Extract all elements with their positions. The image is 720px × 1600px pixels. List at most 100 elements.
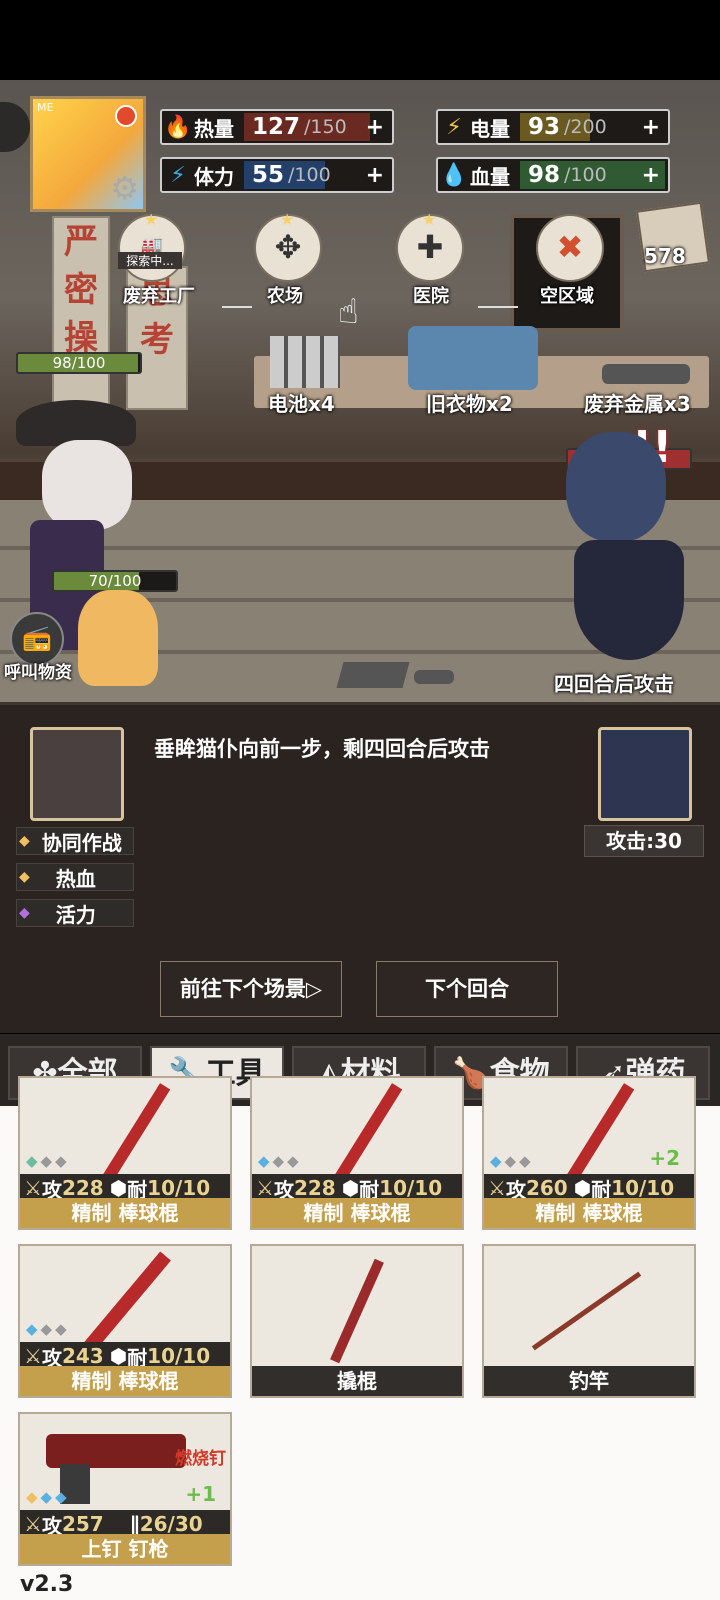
location-empty[interactable]: ✖ 空区域	[512, 214, 622, 308]
player-character	[42, 440, 132, 530]
location-farm[interactable]: ✥ ★ 农场	[230, 210, 340, 308]
crowbar-icon	[252, 1246, 462, 1366]
enemy-body	[574, 540, 684, 660]
clothes-loot-icon[interactable]	[408, 326, 538, 390]
metal-loot-icon[interactable]	[602, 364, 690, 384]
swords-icon: ⚔	[24, 1512, 42, 1536]
loot-label: 旧衣物x2	[426, 392, 513, 416]
enemy-character[interactable]	[566, 432, 666, 542]
heat-label: 热量	[194, 116, 234, 141]
location-label: 医院	[413, 286, 449, 307]
shield-icon: ⬢	[573, 1176, 592, 1200]
avatar-tag: ME	[37, 101, 54, 114]
shield-icon: ⬢	[109, 1176, 128, 1200]
nails-icon: ∥	[129, 1512, 140, 1536]
blood-plus-button[interactable]: +	[642, 163, 660, 188]
buff-cooperate[interactable]: ◆ 协同作战	[16, 827, 134, 855]
notification-dot	[115, 105, 137, 127]
swords-icon: ⚔	[256, 1176, 274, 1200]
blood-drop-icon: 💧	[440, 162, 468, 188]
exploring-badge: 探索中...	[118, 252, 182, 269]
location-hospital[interactable]: ✚ ★ 医院	[376, 210, 486, 308]
path-arrow	[222, 306, 252, 308]
item-card[interactable]: 钓竿	[482, 1244, 696, 1398]
enemy-portrait	[598, 727, 692, 821]
stamina-label: 体力	[194, 164, 234, 189]
atk-value: 228	[293, 1176, 336, 1200]
item-name: 精制 棒球棍	[252, 1198, 462, 1228]
swords-icon: ⚔	[24, 1344, 42, 1368]
player-hp-text: 98/100	[52, 354, 106, 372]
ammo-tag: 燃烧钉	[175, 1449, 226, 1469]
swords-icon: ⚔	[488, 1176, 506, 1200]
star-icon: ★	[280, 210, 295, 229]
shield-icon: ⬢	[341, 1176, 360, 1200]
fishing-rod-icon	[484, 1246, 694, 1366]
dur-value: 26/30	[139, 1512, 203, 1536]
swords-icon: ⚔	[24, 1176, 42, 1200]
enemy-warning: 四回合后攻击	[554, 672, 674, 696]
gear-icon[interactable]: ⚙	[110, 169, 139, 207]
atk-value: 257	[61, 1512, 104, 1536]
star-icon: ★	[422, 210, 437, 229]
power-label: 电量	[470, 116, 510, 141]
heat-value: 127	[252, 114, 301, 140]
call-supply-label: 呼叫物资	[4, 663, 72, 683]
gem-icons: ◆◆◆	[26, 1152, 70, 1170]
wall-poster: 严 密 操	[52, 216, 110, 420]
atk-value: 260	[525, 1176, 568, 1200]
atk-value: 228	[61, 1176, 104, 1200]
gem-icons: ◆◆◆	[490, 1152, 534, 1170]
item-card[interactable]: ◆◆◆ ⚔ 攻 243 ⬢ 耐 10/10 精制 棒球棍	[18, 1244, 232, 1398]
stamina-plus-button[interactable]: +	[366, 163, 384, 188]
item-card[interactable]: ◆◆◆ ⚔ 攻 228 ⬢ 耐 10/10 精制 棒球棍	[250, 1076, 464, 1230]
power-max: /200	[564, 116, 607, 138]
item-name: 撬棍	[252, 1366, 462, 1396]
item-card[interactable]: 撬棍	[250, 1244, 464, 1398]
item-card[interactable]: ◆◆◆ ⚔ 攻 228 ⬢ 耐 10/10 精制 棒球棍	[18, 1076, 232, 1230]
buff-label: 热血	[55, 866, 96, 891]
blood-stat: 💧 血量 98 /100 +	[436, 157, 670, 193]
rubble	[336, 662, 410, 688]
loot-label: 电池x4	[268, 392, 335, 416]
item-card[interactable]: ◆◆◆ +2 ⚔ 攻 260 ⬢ 耐 10/10 精制 棒球棍	[482, 1076, 696, 1230]
power-plus-button[interactable]: +	[642, 115, 660, 140]
pet-hp-text: 70/100	[88, 572, 142, 590]
item-card[interactable]: 燃烧钉 ◆◆◆ +1 ⚔ 攻 257 ∥ 26/30 上钉 钉枪	[18, 1412, 232, 1566]
battery-loot-icon[interactable]	[270, 336, 340, 388]
buff-label: 协同作战	[41, 830, 122, 855]
side-menu-handle[interactable]	[0, 102, 30, 152]
buff-vitality[interactable]: ◆ 活力	[16, 899, 134, 927]
buff-label: 活力	[55, 902, 96, 927]
version-label: v2.3	[20, 1572, 74, 1597]
power-value: 93	[528, 114, 561, 140]
stamina-stat: ⚡ 体力 55 /100 +	[160, 157, 394, 193]
blood-max: /100	[564, 164, 607, 186]
inventory-grid: ◆◆◆ ⚔ 攻 228 ⬢ 耐 10/10 精制 棒球棍 ◆◆◆ ⚔ 攻 228 ⬢ 耐 10/10…	[0, 1076, 720, 1600]
diamond-icon: ◆	[19, 869, 30, 885]
next-scene-button[interactable]: 前往下个场景▷	[160, 961, 342, 1017]
buff-hotblood[interactable]: ◆ 热血	[16, 863, 134, 891]
shield-icon: ⬢	[109, 1344, 128, 1368]
player-portrait	[30, 727, 124, 821]
item-name: 精制 棒球棍	[20, 1366, 230, 1396]
path-arrow	[478, 306, 518, 308]
heat-plus-button[interactable]: +	[366, 115, 384, 140]
battle-scene: 严 密 操 思 考 ME ⚙ 🔥 热量 127 /150 + ⚡ 电量 93 /…	[0, 80, 720, 702]
location-factory[interactable]: 🏭 探索中... ★ 废弃工厂	[104, 210, 214, 308]
next-round-button[interactable]: 下个回合	[376, 961, 558, 1017]
fire-icon: 🔥	[164, 114, 192, 140]
dur-value: 10/10	[379, 1176, 443, 1200]
blood-value: 98	[528, 162, 561, 188]
diamond-icon: ◆	[19, 905, 30, 921]
gem-icons: ◆◆◆	[26, 1488, 70, 1506]
battle-message: 垂眸猫仆向前一步，剩四回合后攻击	[154, 737, 490, 761]
cross-icon: ✖	[536, 214, 604, 282]
dur-value: 10/10	[147, 1176, 211, 1200]
stamina-max: /100	[288, 164, 331, 186]
item-bonus: +1	[185, 1482, 216, 1506]
player-avatar[interactable]: ME ⚙	[30, 96, 146, 212]
location-label: 废弃工厂	[123, 286, 195, 307]
gem-icons: ◆◆◆	[26, 1320, 70, 1338]
star-icon: ★	[144, 210, 159, 229]
